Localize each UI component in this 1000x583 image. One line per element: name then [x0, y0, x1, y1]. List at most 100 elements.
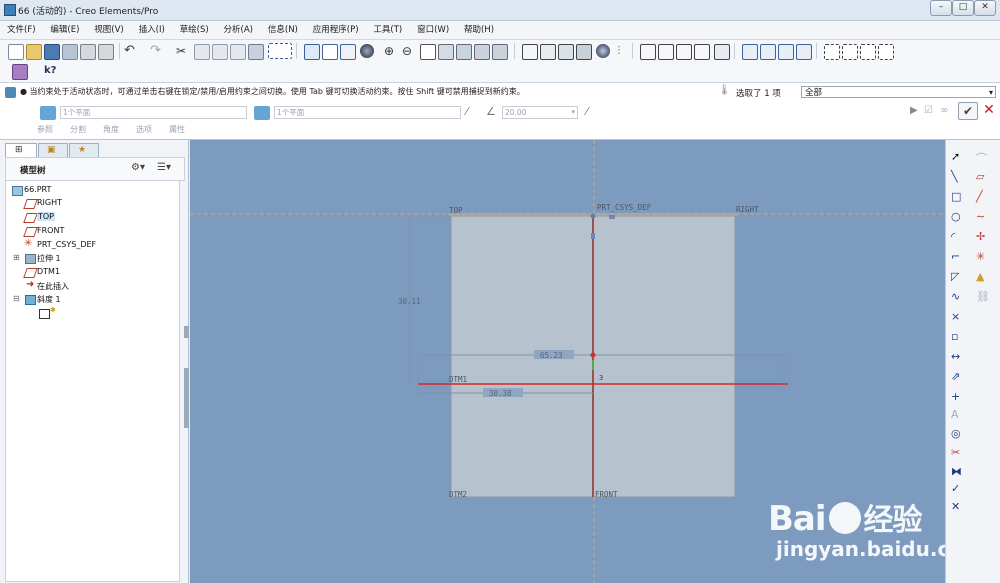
save-icon[interactable] — [44, 44, 60, 60]
select-arrow-icon[interactable]: ➚ — [951, 150, 960, 163]
wireframe-icon[interactable] — [522, 44, 538, 60]
paste-special-icon[interactable] — [230, 44, 246, 60]
grid-display-icon[interactable] — [778, 44, 794, 60]
hidden-line-icon[interactable] — [540, 44, 556, 60]
tree-item-top[interactable]: TOP — [37, 212, 56, 221]
modify-tool-icon[interactable]: ⇗ — [951, 370, 960, 383]
text-tool-icon[interactable]: A — [951, 408, 959, 421]
print-icon[interactable] — [80, 44, 96, 60]
no-hidden-icon[interactable] — [558, 44, 574, 60]
menu-view[interactable]: 视图(V) — [89, 21, 128, 39]
menu-applications[interactable]: 应用程序(P) — [308, 21, 364, 39]
flip-angle-icon[interactable]: ⁄ — [586, 105, 588, 118]
pull-direction-field[interactable]: 1个平面 — [274, 106, 461, 119]
circle-tool-icon[interactable]: ○ — [951, 210, 961, 223]
paste-icon[interactable] — [212, 44, 228, 60]
graphics-window[interactable]: TOP PRT_CSYS_DEF RIGHT DTM1 DTM2 FRONT 3… — [190, 140, 945, 583]
chain-tool-icon[interactable]: ⛓ — [976, 290, 990, 303]
copy-icon[interactable] — [194, 44, 210, 60]
angle-input[interactable]: 20.00 ▾ — [502, 106, 578, 119]
tree-item-dtm1[interactable]: DTM1 — [37, 267, 60, 276]
tab-split[interactable]: 分割 — [70, 124, 86, 135]
spline-tool-icon[interactable]: ∿ — [951, 290, 960, 303]
open-folder-icon[interactable] — [26, 44, 42, 60]
preview-checkbox-icon[interactable]: ☑ — [924, 105, 933, 116]
csys-display-icon[interactable] — [694, 44, 710, 60]
tree-item-part[interactable]: 66.PRT — [24, 185, 51, 194]
arc-tool-icon[interactable]: ◜ — [951, 230, 955, 243]
shade-closed-loops-icon[interactable] — [860, 44, 876, 60]
menu-help[interactable]: 帮助(H) — [459, 21, 499, 39]
datum-axis-tool-icon[interactable]: ╱ — [976, 190, 983, 203]
trim-tool-icon[interactable]: ✂ — [951, 446, 960, 459]
csys-origin-point[interactable] — [590, 213, 596, 219]
view-manager-icon[interactable] — [492, 44, 508, 60]
tree-item-insert-here[interactable]: 在此插入 — [37, 281, 69, 292]
tab-options[interactable]: 选项 — [136, 124, 152, 135]
open-ends-icon[interactable] — [878, 44, 894, 60]
expand-icon[interactable]: ⊞ — [13, 253, 20, 262]
tree-item-extrude[interactable]: 拉伸 1 — [37, 253, 61, 264]
quit-sketch-icon[interactable]: ✕ — [951, 500, 960, 513]
palette-icon[interactable]: ◎ — [951, 427, 961, 440]
vertex-toggle-icon[interactable] — [796, 44, 812, 60]
tab-angle[interactable]: 角度 — [103, 124, 119, 135]
tree-item-front[interactable]: FRONT — [37, 226, 64, 235]
centerline-icon[interactable]: ⌒ — [976, 150, 987, 166]
sketch-diagnostics-icon[interactable] — [824, 44, 840, 60]
redo-icon[interactable]: ↷ — [150, 44, 164, 58]
annotation-display-icon[interactable] — [714, 44, 730, 60]
menu-tools[interactable]: 工具(T) — [368, 21, 407, 39]
mirror-tool-icon[interactable]: ⧓ — [951, 465, 962, 478]
tab-properties[interactable]: 属性 — [169, 124, 185, 135]
sketcher-pref-icon[interactable] — [12, 64, 28, 80]
constraint-toggle-icon[interactable] — [760, 44, 776, 60]
minimize-button[interactable]: – — [930, 0, 952, 16]
tab-favorites[interactable]: ★ — [69, 143, 99, 158]
sketch-point[interactable] — [590, 352, 596, 358]
reorient-icon[interactable] — [438, 44, 454, 60]
dimension-tool-icon[interactable]: ↔ — [951, 350, 960, 363]
datum-plane-tool-icon[interactable]: ▱ — [976, 170, 984, 183]
menu-analysis[interactable]: 分析(A) — [219, 21, 258, 39]
datum-axis-display-icon[interactable] — [658, 44, 674, 60]
datum-point-display-icon[interactable] — [676, 44, 692, 60]
cancel-button[interactable]: ✕ — [981, 102, 997, 118]
context-help-icon[interactable]: k? — [44, 64, 58, 78]
collapse-icon[interactable]: ⊟ — [13, 294, 20, 303]
email-icon[interactable] — [98, 44, 114, 60]
tree-item-right[interactable]: RIGHT — [37, 198, 62, 207]
chamfer-tool-icon[interactable]: ◸ — [951, 270, 959, 283]
settings-icon[interactable]: ⚙▾ — [131, 162, 145, 173]
menu-sketch[interactable]: 草绘(S) — [175, 21, 214, 39]
zoom-out-icon[interactable]: ⊖ — [402, 44, 416, 58]
fillet-tool-icon[interactable]: ⌐ — [951, 250, 960, 263]
datum-point-tool-icon[interactable]: ✢ — [976, 230, 985, 243]
panel-collapse-handle[interactable] — [184, 368, 189, 428]
accept-button[interactable]: ✔ — [958, 102, 978, 120]
verify-glasses-icon[interactable]: ∞ — [940, 105, 948, 116]
tab-folder-browser[interactable]: ▣ — [38, 143, 68, 158]
shading-icon[interactable] — [576, 44, 592, 60]
tree-item-draft[interactable]: 斜度 1 — [37, 294, 61, 305]
cut-icon[interactable]: ✂ — [176, 44, 190, 58]
menu-file[interactable]: 文件(F) — [2, 21, 41, 39]
select-box-icon[interactable] — [268, 43, 292, 59]
menu-info[interactable]: 信息(N) — [263, 21, 303, 39]
panel-splitter-handle[interactable] — [184, 326, 189, 338]
maximize-button[interactable]: □ — [952, 0, 974, 16]
done-check-icon[interactable]: ✓ — [951, 482, 960, 495]
datum-curve-tool-icon[interactable]: ∼ — [976, 210, 985, 223]
tab-model-tree[interactable]: ⊞ — [5, 143, 37, 158]
line-tool-icon[interactable]: ╲ — [951, 170, 958, 183]
layers-icon[interactable] — [474, 44, 490, 60]
dimension-vertical-value[interactable]: 30.11 — [398, 297, 421, 306]
analysis-tool-icon[interactable]: ▲ — [976, 270, 984, 283]
dimension-h2-value[interactable]: 30.38 — [489, 389, 512, 398]
use-edge-icon[interactable]: ▫ — [951, 330, 958, 343]
display-style-icon[interactable] — [360, 44, 374, 58]
vertex-display-icon[interactable] — [340, 44, 356, 60]
rectangle-tool-icon[interactable]: □ — [951, 190, 961, 203]
save-copy-icon[interactable] — [62, 44, 78, 60]
refit-icon[interactable] — [420, 44, 436, 60]
